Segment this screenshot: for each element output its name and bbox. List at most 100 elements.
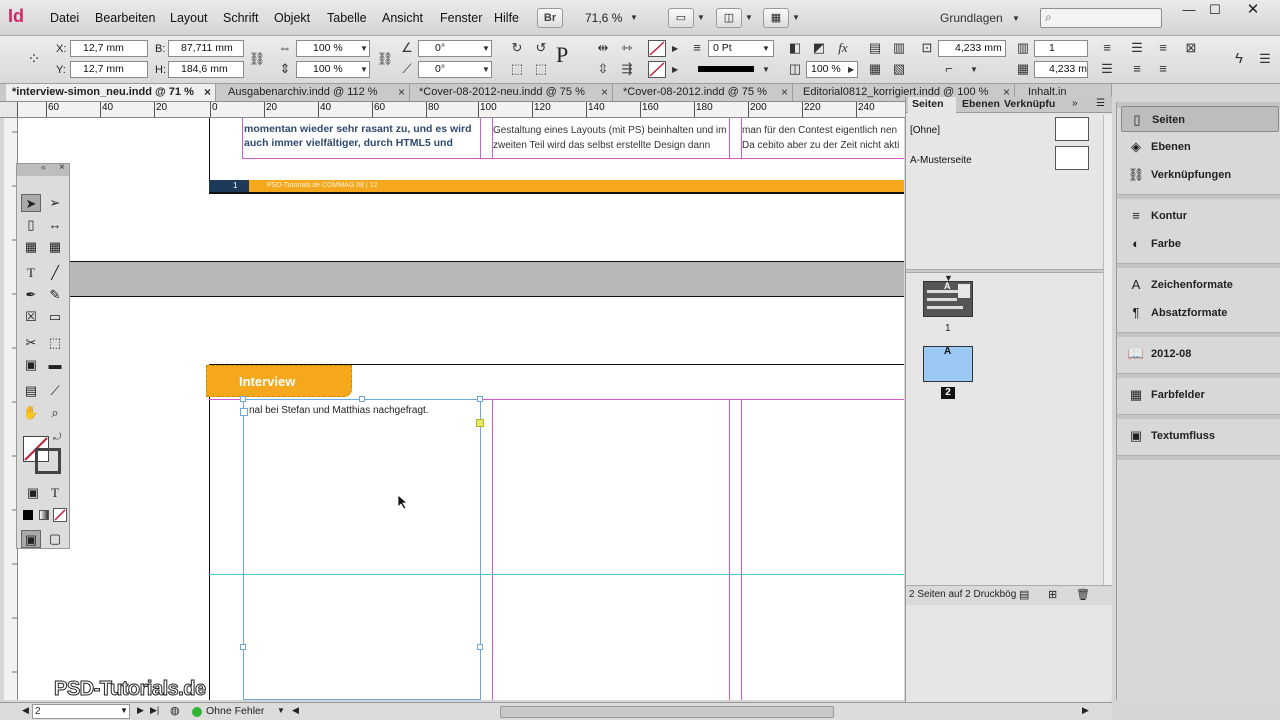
close-tab-icon[interactable]: × xyxy=(204,84,211,101)
screen-mode-icon[interactable]: ◫ xyxy=(716,8,742,28)
close-panel-icon[interactable]: × xyxy=(59,162,65,173)
master-none-thumbnail[interactable] xyxy=(1055,117,1089,141)
preflight-status[interactable]: Ohne Fehler xyxy=(206,705,264,717)
dock-zeichenformate[interactable]: A Zeichenformate xyxy=(1121,272,1279,298)
align-bottom-icon[interactable]: ≡ xyxy=(1128,60,1146,78)
align-center-icon[interactable]: ≡ xyxy=(1154,39,1172,57)
article-column-1-text[interactable]: momentan wieder sehr rasant zu, und es w… xyxy=(244,122,480,150)
free-transform-tool-icon[interactable]: ⬚ xyxy=(45,334,65,352)
flip-vertical-icon[interactable]: ⇳ xyxy=(594,60,612,78)
x-position-field[interactable]: 12,7 mm xyxy=(70,40,148,57)
fill-swatch[interactable] xyxy=(648,40,666,57)
align-left-icon[interactable]: ≡ xyxy=(1098,39,1116,57)
dock-absatzformate[interactable]: ¶ Absatzformate xyxy=(1121,300,1279,326)
master-none[interactable]: [Ohne] xyxy=(910,125,940,136)
apply-color-icon[interactable] xyxy=(23,510,33,520)
expand-panel-icon[interactable]: » xyxy=(1072,98,1078,109)
preflight-dropdown-icon[interactable]: ▼ xyxy=(277,706,285,715)
panel-menu-icon[interactable]: ☰ xyxy=(1256,50,1274,68)
select-container-icon[interactable]: ⬚ xyxy=(508,60,526,78)
page-size-icon[interactable]: ▤ xyxy=(1019,588,1029,601)
hand-tool-icon[interactable]: ✋ xyxy=(21,404,41,422)
tab-seiten[interactable]: Seiten xyxy=(908,97,956,113)
menu-hilfe[interactable]: Hilfe xyxy=(494,11,519,25)
first-page-icon[interactable]: ◀ xyxy=(22,705,29,716)
collapse-icon[interactable]: « xyxy=(41,162,46,172)
apply-gradient-icon[interactable] xyxy=(39,510,49,520)
scale-x-dropdown-icon[interactable]: ▼ xyxy=(360,44,368,53)
select-next-icon[interactable]: ⇶ xyxy=(618,60,636,78)
last-page-icon[interactable]: ▶| xyxy=(150,705,159,716)
rotate-clockwise-icon[interactable]: ↻ xyxy=(508,39,526,57)
constrain-scale-icon[interactable]: ⛓ xyxy=(376,50,394,68)
page-number-field[interactable]: 2 xyxy=(32,704,130,719)
pen-tool-icon[interactable]: ✒ xyxy=(21,286,41,304)
article-column-2-text[interactable]: Gestaltung eines Layouts (mit PS) beinha… xyxy=(493,123,727,153)
zoom-dropdown-icon[interactable]: ▼ xyxy=(630,13,638,22)
stroke-dropdown-icon[interactable]: ▶ xyxy=(672,65,678,74)
content-collector-icon[interactable]: ▦ xyxy=(21,238,41,256)
resize-handle[interactable] xyxy=(240,396,246,402)
horizontal-scroll-thumb[interactable] xyxy=(500,706,834,718)
rotate-counterclockwise-icon[interactable]: ↺ xyxy=(532,39,550,57)
resize-handle[interactable] xyxy=(240,644,246,650)
selected-text-frame[interactable]: nal bei Stefan und Matthias nachgefragt. xyxy=(243,399,481,700)
page-1-thumbnail[interactable]: A xyxy=(923,281,973,317)
zoom-level[interactable]: 71,6 % xyxy=(585,11,622,25)
fx-icon[interactable]: fx xyxy=(834,39,852,57)
maximize-button[interactable]: ☐ xyxy=(1198,2,1232,20)
constrain-proportions-icon[interactable]: ⛓ xyxy=(248,50,266,68)
tab-ebenen[interactable]: Ebenen xyxy=(958,97,1000,113)
scroll-left-icon[interactable]: ◀ xyxy=(292,705,299,716)
object-effects-icon[interactable]: ◩ xyxy=(810,39,828,57)
scale-x-field[interactable]: 100 % xyxy=(296,40,370,57)
line-tool-icon[interactable]: ╱ xyxy=(45,264,65,282)
arrange-dropdown-icon[interactable]: ▼ xyxy=(792,13,800,22)
direct-selection-tool-icon[interactable]: ➢ xyxy=(45,194,65,212)
screen-mode-dropdown-icon[interactable]: ▼ xyxy=(745,13,753,22)
text-wrap-bounding-icon[interactable]: ▥ xyxy=(890,39,908,57)
workspace-dropdown-icon[interactable]: ▼ xyxy=(1012,14,1020,23)
stroke-type-dropdown-icon[interactable]: ▼ xyxy=(762,65,770,74)
eyedropper-tool-icon[interactable]: ⟋ xyxy=(45,382,65,400)
panel-menu-icon[interactable]: ☰ xyxy=(1096,98,1105,109)
height-field[interactable]: 184,6 mm xyxy=(168,61,244,78)
gradient-feather-tool-icon[interactable]: ▬ xyxy=(45,356,65,374)
menu-datei[interactable]: Datei xyxy=(50,11,79,25)
delete-page-icon[interactable]: 🗑 xyxy=(1076,588,1090,601)
article-column-3-text[interactable]: man für den Contest eigentlich nen Da ce… xyxy=(742,123,904,153)
stroke-type-preview[interactable] xyxy=(698,66,754,72)
note-tool-icon[interactable]: ▤ xyxy=(21,382,41,400)
align-distribute-icon[interactable]: ≡ xyxy=(1154,60,1172,78)
resize-handle[interactable] xyxy=(477,644,483,650)
scale-y-dropdown-icon[interactable]: ▼ xyxy=(360,65,368,74)
rotation-field[interactable]: 0° xyxy=(418,40,492,57)
bridge-button[interactable]: Br xyxy=(537,8,563,28)
align-justify-icon[interactable]: ☰ xyxy=(1098,60,1116,78)
menu-ansicht[interactable]: Ansicht xyxy=(382,11,423,25)
preview-mode-icon[interactable]: ▢ xyxy=(45,530,65,548)
width-field[interactable]: 87,711 mm xyxy=(168,40,244,57)
master-a[interactable]: A-Musterseite xyxy=(910,155,972,166)
master-a-thumbnail[interactable] xyxy=(1055,146,1089,170)
selection-tool-icon[interactable]: ➤ xyxy=(21,194,41,212)
close-tab-icon[interactable]: × xyxy=(781,84,788,101)
new-page-icon[interactable]: ⊞ xyxy=(1048,588,1057,601)
document-canvas[interactable]: momentan wieder sehr rasant zu, und es w… xyxy=(18,118,904,700)
gap-tool-icon[interactable]: ↔ xyxy=(45,216,65,234)
menu-objekt[interactable]: Objekt xyxy=(274,11,310,25)
align-top-icon[interactable]: ☰ xyxy=(1128,39,1146,57)
page-dropdown-icon[interactable]: ▼ xyxy=(120,706,128,715)
shear-dropdown-icon[interactable]: ▼ xyxy=(482,65,490,74)
corner-dropdown-icon[interactable]: ▼ xyxy=(970,65,978,74)
scissors-tool-icon[interactable]: ✂ xyxy=(21,334,41,352)
pages-scrollbar[interactable] xyxy=(1103,115,1112,585)
dock-textumfluss[interactable]: ▣ Textumfluss xyxy=(1121,423,1279,449)
pencil-tool-icon[interactable]: ✎ xyxy=(45,286,65,304)
tab-cover-neu[interactable]: *Cover-08-2012-neu.indd @ 75 % × xyxy=(413,84,613,101)
close-window-button[interactable]: ✕ xyxy=(1236,2,1270,20)
ruler-origin[interactable] xyxy=(0,102,18,118)
interview-label-box[interactable]: Interview xyxy=(206,365,352,397)
text-frame-icon[interactable]: P xyxy=(556,42,568,68)
menu-layout[interactable]: Layout xyxy=(170,11,208,25)
